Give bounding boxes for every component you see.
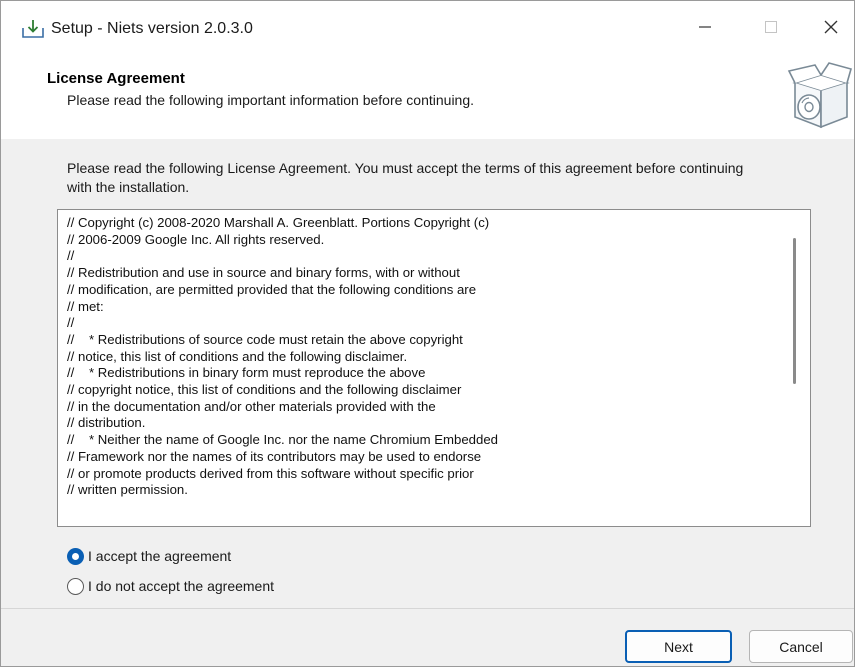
license-line: // Framework nor the names of its contri… [67, 448, 482, 464]
decline-label: I do not accept the agreement [88, 578, 275, 594]
decline-agreement-option[interactable]: I do not accept the agreement [67, 575, 274, 597]
license-line: // met: [67, 298, 104, 314]
license-line: // in the documentation and/or other mat… [67, 398, 436, 414]
vertical-scrollbar[interactable] [784, 210, 810, 526]
license-line: // or promote products derived from this… [67, 465, 474, 481]
accept-agreement-option[interactable]: I accept the agreement [67, 545, 231, 567]
license-line: // [67, 248, 75, 264]
download-tray-icon [22, 20, 44, 38]
license-line: // distribution. [67, 415, 146, 431]
license-line: // copyright notice, this list of condit… [67, 382, 462, 398]
scrollbar-thumb[interactable] [793, 238, 796, 384]
window-title: Setup - Niets version 2.0.3.0 [51, 20, 253, 37]
license-textbox[interactable]: // Copyright (c) 2008-2020 Marshall A. G… [57, 209, 811, 527]
page-title: License Agreement [47, 70, 185, 87]
maximize-button[interactable] [741, 1, 801, 53]
page-subtitle: Please read the following important info… [67, 92, 475, 108]
maximize-icon [765, 21, 777, 33]
license-line: // * Redistributions in binary form must… [67, 365, 426, 381]
cancel-button[interactable]: Cancel [749, 630, 853, 663]
license-line: // written permission. [67, 482, 188, 498]
setup-window: Setup - Niets version 2.0.3.0 License Ag… [0, 0, 855, 667]
license-line: // 2006-2009 Google Inc. All rights rese… [67, 231, 325, 247]
license-text: // Copyright (c) 2008-2020 Marshall A. G… [67, 215, 767, 499]
license-line: // notice, this list of conditions and t… [67, 348, 408, 364]
license-line: // Redistribution and use in source and … [67, 265, 460, 281]
minimize-icon [699, 26, 711, 28]
license-line: // [67, 315, 75, 331]
minimize-button[interactable] [675, 1, 735, 53]
license-line: // * Neither the name of Google Inc. nor… [67, 432, 499, 448]
license-line: // Copyright (c) 2008-2020 Marshall A. G… [67, 215, 490, 230]
accept-label: I accept the agreement [88, 548, 232, 564]
footer-divider [1, 608, 854, 609]
decline-radio[interactable] [67, 577, 84, 595]
wizard-header: License Agreement Please read the follow… [1, 53, 854, 139]
accept-radio[interactable] [67, 547, 84, 565]
license-line: // * Redistributions of source code must… [67, 331, 463, 347]
close-icon [824, 20, 838, 34]
software-box-disc-icon [787, 62, 852, 129]
license-line: // modification, are permitted provided … [67, 281, 477, 297]
intro-text: Please read the following License Agreem… [67, 160, 744, 195]
close-button[interactable] [801, 1, 854, 53]
next-button[interactable]: Next [625, 630, 732, 663]
title-bar: Setup - Niets version 2.0.3.0 [1, 1, 854, 53]
